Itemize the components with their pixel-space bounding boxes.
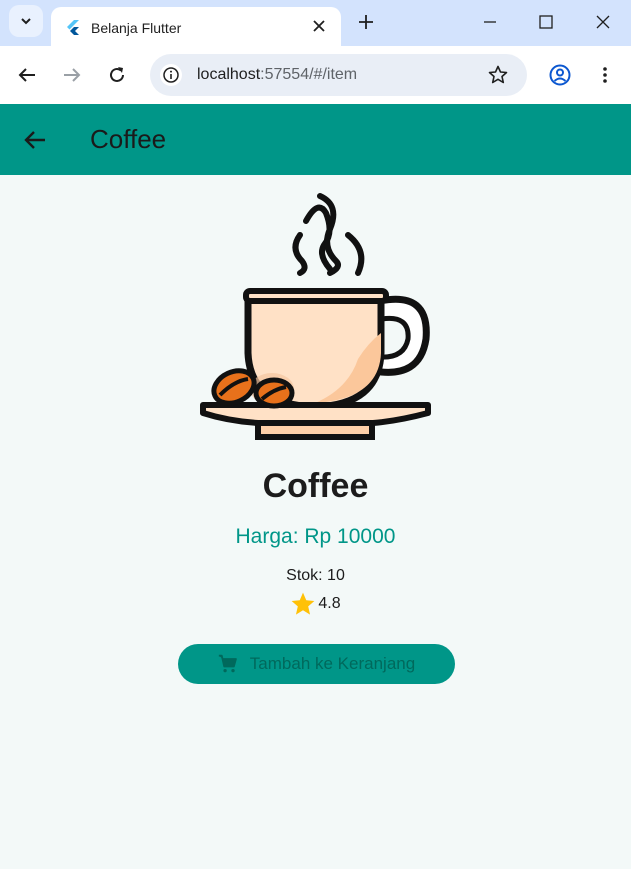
minimize-button[interactable] (475, 8, 505, 36)
star-icon (292, 592, 315, 615)
window-close-icon (596, 15, 610, 29)
product-name: Coffee (262, 467, 369, 505)
site-info-button[interactable] (160, 64, 182, 86)
maximize-icon (539, 15, 553, 29)
tab-search-button[interactable] (9, 5, 43, 37)
back-icon (18, 68, 35, 82)
product-detail: Coffee Harga: Rp 10000 Stok: 10 4.8 Tamb… (0, 175, 631, 869)
new-tab-button[interactable] (354, 10, 378, 34)
minimize-icon (484, 21, 496, 23)
product-stock: Stok: 10 (286, 567, 345, 584)
reload-icon (110, 67, 124, 82)
browser-toolbar: localhost:57554/#/item (0, 46, 631, 104)
appbar-back-button[interactable] (22, 127, 48, 153)
window-close-button[interactable] (588, 8, 618, 36)
close-icon (313, 20, 325, 32)
product-price: Harga: Rp 10000 (235, 525, 396, 548)
forward-icon (64, 68, 81, 82)
address-bar[interactable]: localhost:57554/#/item (150, 54, 527, 96)
profile-button[interactable] (548, 63, 572, 87)
forward-button[interactable] (60, 63, 84, 87)
browser-menu-button[interactable] (593, 63, 617, 87)
app-bar: Coffee (0, 104, 631, 175)
profile-icon (549, 64, 571, 86)
back-button[interactable] (15, 63, 39, 87)
add-to-cart-label: Tambah ke Keranjang (249, 654, 416, 673)
info-icon (163, 67, 179, 83)
url-host: localhost (197, 66, 261, 83)
browser-tab[interactable]: Belanja Flutter (51, 7, 341, 46)
bookmark-star-icon (488, 65, 508, 84)
bookmark-button[interactable] (487, 64, 509, 86)
product-rating: 4.8 (0, 591, 631, 617)
coffee-cup-icon (200, 193, 431, 440)
add-to-cart-button[interactable]: Tambah ke Keranjang (178, 644, 455, 684)
tab-close-button[interactable] (309, 16, 329, 36)
flutter-logo-icon (67, 20, 79, 35)
menu-icon (603, 67, 607, 83)
tab-list-icon (21, 18, 31, 25)
reload-button[interactable] (105, 63, 129, 87)
url-text[interactable]: localhost:57554/#/item (197, 66, 357, 84)
cart-icon (218, 654, 237, 673)
arrow-back-icon (24, 131, 45, 149)
plus-icon (359, 15, 373, 29)
browser-tab-strip: Belanja Flutter (0, 0, 631, 46)
url-path: :57554/#/item (260, 66, 358, 83)
page-title: Coffee (90, 124, 167, 154)
rating-value: 4.8 (318, 595, 341, 612)
maximize-button[interactable] (531, 8, 561, 36)
tab-title: Belanja Flutter (91, 20, 182, 36)
